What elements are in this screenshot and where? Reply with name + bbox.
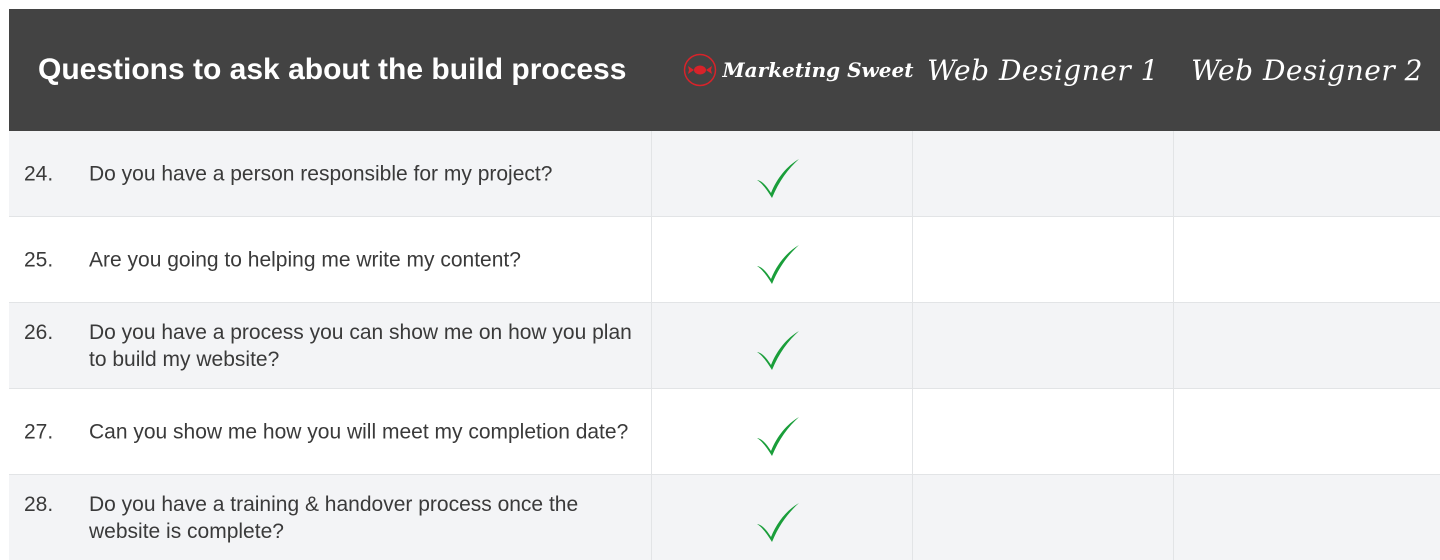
column-label: Web Designer 1: [927, 53, 1159, 87]
check-icon: [757, 330, 799, 370]
marketing-sweet-cell: [652, 303, 913, 388]
question-cell: 24. Do you have a person responsible for …: [9, 131, 652, 216]
designer-2-cell: [1174, 303, 1440, 388]
question-text: Do you have a process you can show me on…: [89, 320, 632, 371]
designer-2-cell: [1174, 475, 1440, 560]
designer-1-cell: [913, 475, 1174, 560]
header-marketing-sweet: Marketing Sweet: [671, 9, 925, 131]
table-row: 27. Can you show me how you will meet my …: [9, 389, 1440, 475]
marketing-sweet-cell: [652, 131, 913, 216]
question-text: Do you have a training & handover proces…: [89, 492, 579, 543]
brand-name: Marketing Sweet: [722, 58, 914, 82]
column-label: Web Designer 2: [1191, 53, 1423, 87]
candy-logo-icon: [683, 53, 716, 87]
check-icon: [757, 502, 799, 542]
comparison-table: Questions to ask about the build process…: [9, 9, 1440, 560]
marketing-sweet-cell: [652, 217, 913, 302]
check-icon: [757, 158, 799, 198]
question-cell: 27. Can you show me how you will meet my …: [9, 389, 652, 474]
question-text: Are you going to helping me write my con…: [89, 248, 521, 271]
header-web-designer-1: Web Designer 1: [912, 9, 1174, 131]
designer-2-cell: [1174, 131, 1440, 216]
question-number: 28.: [24, 492, 54, 516]
question-cell: 25. Are you going to helping me write my …: [9, 217, 652, 302]
table-row: 25. Are you going to helping me write my …: [9, 217, 1440, 303]
designer-2-cell: [1174, 389, 1440, 474]
question-cell: 28. Do you have a training & handover pro…: [9, 475, 652, 560]
designer-1-cell: [913, 217, 1174, 302]
table-row: 24. Do you have a person responsible for …: [9, 131, 1440, 217]
designer-1-cell: [913, 303, 1174, 388]
table-row: 28. Do you have a training & handover pro…: [9, 475, 1440, 560]
header-web-designer-2: Web Designer 2: [1174, 9, 1440, 131]
question-number: 27.: [24, 420, 54, 443]
table-header: Questions to ask about the build process…: [9, 9, 1440, 131]
marketing-sweet-cell: [652, 389, 913, 474]
question-number: 24.: [24, 162, 54, 185]
table-row: 26. Do you have a process you can show me…: [9, 303, 1440, 389]
question-number: 26.: [24, 320, 54, 344]
designer-1-cell: [913, 131, 1174, 216]
designer-1-cell: [913, 389, 1174, 474]
header-title: Questions to ask about the build process: [38, 53, 627, 86]
marketing-sweet-cell: [652, 475, 913, 560]
designer-2-cell: [1174, 217, 1440, 302]
question-text: Can you show me how you will meet my com…: [89, 420, 629, 443]
question-number: 25.: [24, 248, 54, 271]
check-icon: [757, 416, 799, 456]
check-icon: [757, 244, 799, 284]
question-text: Do you have a person responsible for my …: [89, 162, 553, 185]
question-cell: 26. Do you have a process you can show me…: [9, 303, 652, 388]
